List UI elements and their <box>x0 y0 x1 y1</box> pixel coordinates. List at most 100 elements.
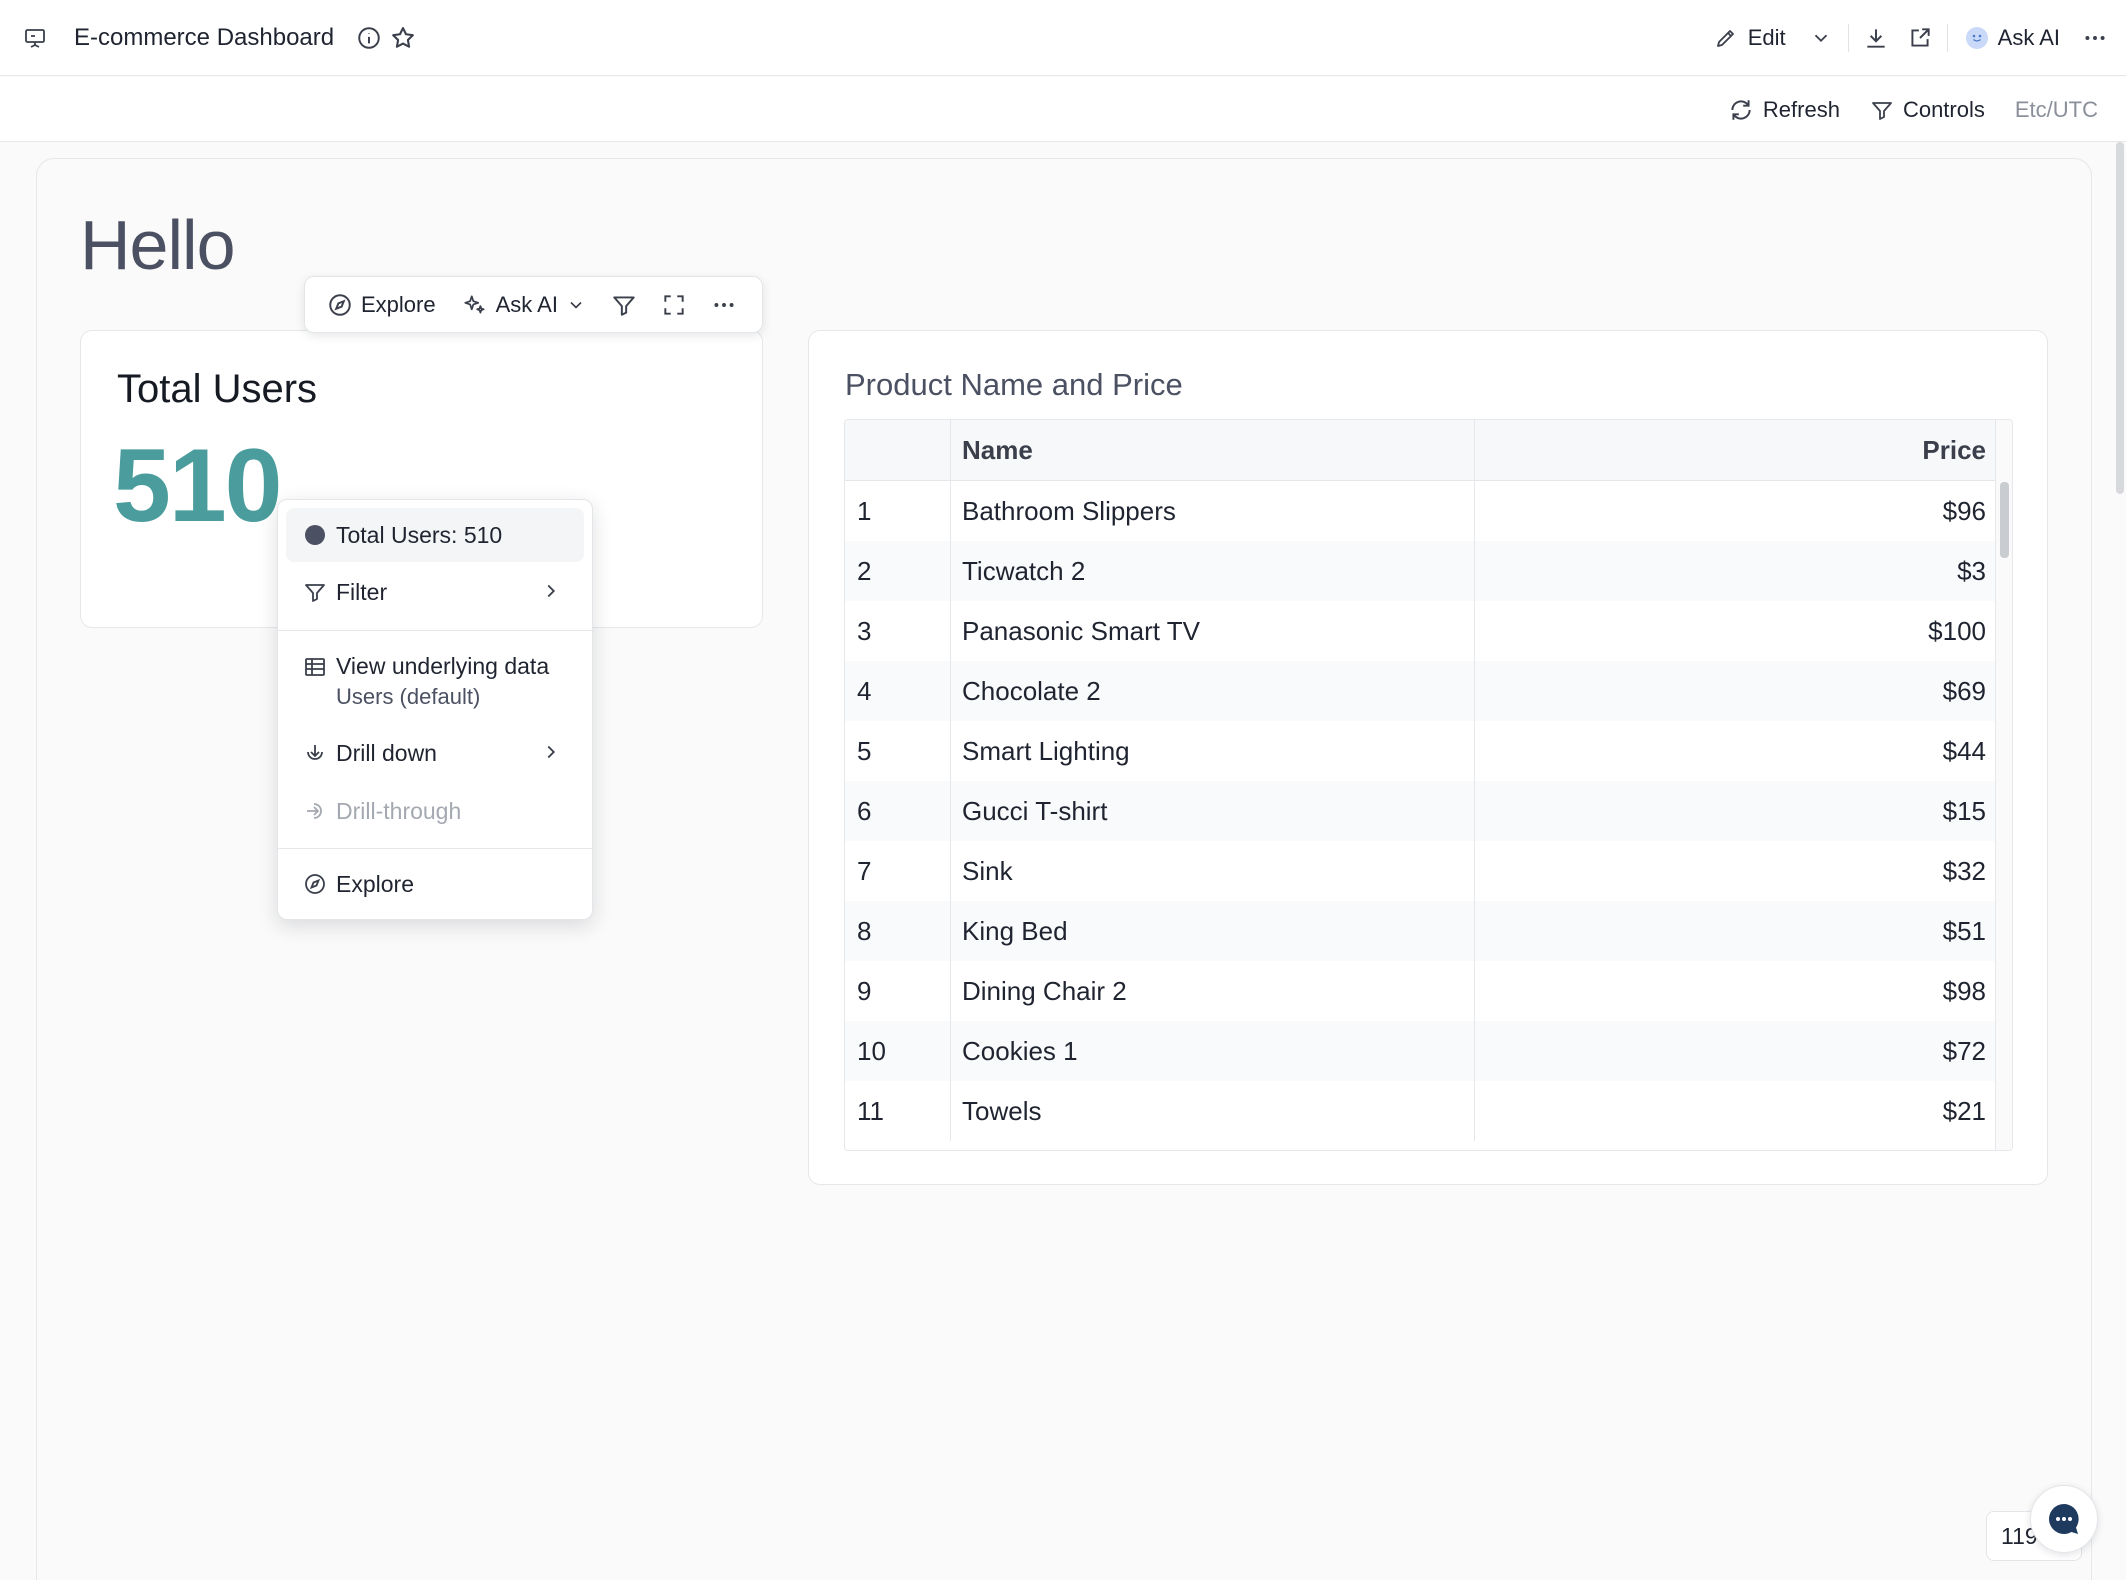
page-scrollbar-thumb[interactable] <box>2116 142 2124 494</box>
product-name-cell[interactable]: Cookies 1 <box>951 1021 1475 1081</box>
table-row[interactable]: 7 Sink $32 <box>845 841 1997 901</box>
download-icon <box>1863 25 1889 51</box>
dashboard-title: E-commerce Dashboard <box>74 23 335 51</box>
pencil-icon <box>1714 26 1738 50</box>
product-name-cell[interactable]: Ticwatch 2 <box>951 541 1475 601</box>
product-name-cell[interactable]: Gucci T-shirt <box>951 781 1475 841</box>
edit-button[interactable]: Edit <box>1706 25 1794 51</box>
table-row[interactable]: 1 Bathroom Slippers $96 <box>845 481 1997 541</box>
table-row[interactable]: 5 Smart Lighting $44 <box>845 721 1997 781</box>
price-cell[interactable]: $100 <box>1475 601 1997 661</box>
product-name-cell[interactable]: Chocolate 2 <box>951 661 1475 721</box>
price-cell[interactable]: $51 <box>1475 901 1997 961</box>
column-header-index[interactable] <box>845 420 951 480</box>
page-scrollbar[interactable] <box>2112 142 2126 1580</box>
explore-label: Explore <box>361 291 436 317</box>
card-filter-button[interactable] <box>604 292 644 318</box>
table-row[interactable]: 11 Towels $21 <box>845 1081 1997 1141</box>
table-row[interactable]: 4 Chocolate 2 $69 <box>845 661 1997 721</box>
edit-dropdown-button[interactable] <box>1804 21 1838 55</box>
row-index-cell[interactable]: 10 <box>845 1021 951 1081</box>
menu-divider <box>278 848 592 849</box>
share-button[interactable] <box>1903 21 1937 55</box>
star-icon[interactable] <box>386 21 420 55</box>
table-row[interactable]: 8 King Bed $51 <box>845 901 1997 961</box>
info-icon[interactable] <box>352 21 386 55</box>
product-name-cell[interactable]: King Bed <box>951 901 1475 961</box>
price-cell[interactable]: $3 <box>1475 541 1997 601</box>
sub-header: Refresh Controls Etc/UTC <box>0 77 2126 142</box>
data-point-context-menu: Total Users: 510 Filter View underlying … <box>277 499 593 920</box>
kpi-value[interactable]: 510 <box>113 427 283 546</box>
product-name-cell[interactable]: Sink <box>951 841 1475 901</box>
fullscreen-button[interactable] <box>654 292 694 318</box>
price-cell[interactable]: $72 <box>1475 1021 1997 1081</box>
divider <box>1946 24 1948 52</box>
column-header-price[interactable]: Price <box>1475 420 1997 480</box>
table-icon <box>302 655 328 679</box>
refresh-button[interactable]: Refresh <box>1728 97 1840 123</box>
chat-button[interactable] <box>2030 1485 2098 1553</box>
product-name-cell[interactable]: Bathroom Slippers <box>951 481 1475 541</box>
card-ask-ai-button[interactable]: Ask AI <box>454 292 594 318</box>
row-index-cell[interactable]: 8 <box>845 901 951 961</box>
row-index-cell[interactable]: 6 <box>845 781 951 841</box>
row-index-cell[interactable]: 3 <box>845 601 951 661</box>
table-row[interactable]: 10 Cookies 1 $72 <box>845 1021 1997 1081</box>
product-name-cell[interactable]: Smart Lighting <box>951 721 1475 781</box>
price-cell[interactable]: $98 <box>1475 961 1997 1021</box>
price-cell[interactable]: $32 <box>1475 841 1997 901</box>
more-button[interactable] <box>2078 21 2112 55</box>
price-cell[interactable]: $44 <box>1475 721 1997 781</box>
table-header-row: Name Price <box>845 420 1997 481</box>
row-index-cell[interactable]: 4 <box>845 661 951 721</box>
table-scrollbar[interactable] <box>1995 420 2012 1150</box>
price-cell[interactable]: $69 <box>1475 661 1997 721</box>
filter-icon <box>611 292 637 318</box>
menu-item-drill-down[interactable]: Drill down <box>286 726 584 780</box>
filter-icon <box>302 579 328 605</box>
row-index-cell[interactable]: 1 <box>845 481 951 541</box>
menu-item-filter[interactable]: Filter <box>286 565 584 619</box>
column-header-name[interactable]: Name <box>951 420 1475 480</box>
price-cell[interactable]: $21 <box>1475 1081 1997 1141</box>
table-row[interactable]: 2 Ticwatch 2 $3 <box>845 541 1997 601</box>
price-cell[interactable]: $96 <box>1475 481 1997 541</box>
menu-item-explore[interactable]: Explore <box>286 857 584 911</box>
ask-ai-label: Ask AI <box>1997 25 2060 50</box>
row-index-cell[interactable]: 2 <box>845 541 951 601</box>
menu-filter-label: Filter <box>336 578 388 605</box>
sparkle-icon <box>462 292 488 318</box>
table-row[interactable]: 6 Gucci T-shirt $15 <box>845 781 1997 841</box>
controls-button[interactable]: Controls <box>1870 97 1985 123</box>
menu-view-data-label: View underlying data <box>336 653 550 679</box>
menu-item-view-underlying-data[interactable]: View underlying data Users (default) <box>286 648 584 718</box>
card-more-button[interactable] <box>704 292 744 318</box>
product-name-cell[interactable]: Towels <box>951 1081 1475 1141</box>
table-scrollbar-thumb[interactable] <box>2000 482 2009 558</box>
presentation-icon[interactable] <box>18 21 52 55</box>
top-header: E-commerce Dashboard Edit Ask AI <box>0 0 2126 76</box>
row-index-cell[interactable]: 11 <box>845 1081 951 1141</box>
table-row[interactable]: 9 Dining Chair 2 $98 <box>845 961 1997 1021</box>
row-index-cell[interactable]: 7 <box>845 841 951 901</box>
row-index-cell[interactable]: 9 <box>845 961 951 1021</box>
ask-ai-button[interactable]: Ask AI <box>1958 25 2068 51</box>
explore-button[interactable]: Explore <box>319 292 444 318</box>
expand-icon <box>661 292 687 318</box>
chevron-right-icon <box>540 741 562 763</box>
compass-icon <box>302 871 328 897</box>
download-button[interactable] <box>1859 21 1893 55</box>
product-name-cell[interactable]: Panasonic Smart TV <box>951 601 1475 661</box>
row-index-cell[interactable]: 5 <box>845 721 951 781</box>
arrow-down-circle-icon <box>302 740 328 766</box>
price-cell[interactable]: $15 <box>1475 781 1997 841</box>
menu-item-drill-through: Drill-through <box>286 784 584 838</box>
card-toolbar: Explore Ask AI <box>304 276 763 333</box>
data-table: Name Price 1 Bathroom Slippers $96 2 Ticwatc… <box>844 419 2013 1151</box>
product-name-cell[interactable]: Dining Chair 2 <box>951 961 1475 1021</box>
table-row[interactable]: 3 Panasonic Smart TV $100 <box>845 601 1997 661</box>
product-table-card[interactable]: Product Name and Price Name Price 1 Bathr… <box>808 330 2048 1185</box>
divider <box>1847 24 1849 52</box>
ai-avatar-icon <box>1965 27 1988 49</box>
